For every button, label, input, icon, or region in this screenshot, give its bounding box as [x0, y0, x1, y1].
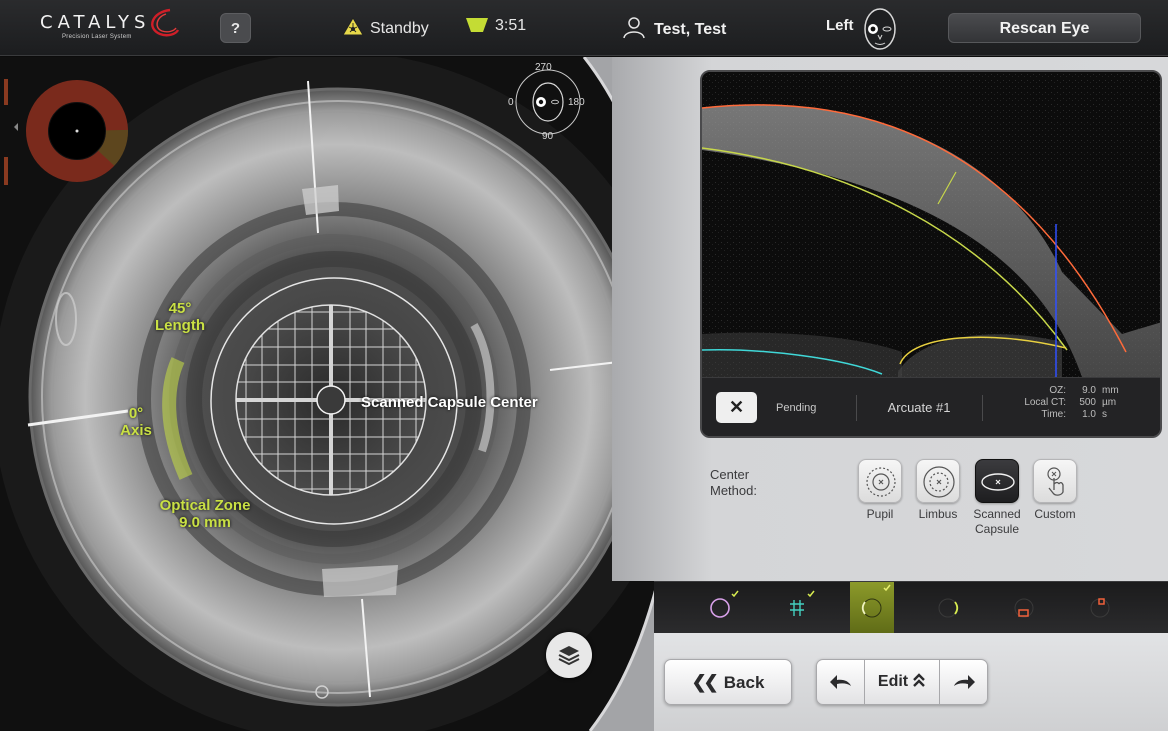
center-custom-label: Custom [1034, 507, 1076, 521]
laser-warning-icon [342, 17, 364, 36]
arcuate-right-icon [938, 598, 959, 618]
patient-info: Test, Test [622, 15, 726, 39]
sideport-incision-icon [1090, 598, 1110, 618]
arrow-right-icon [954, 675, 975, 689]
right-panel: ✕ Pending Arcuate #1 OZ: 9.0 mm Local CT… [612, 57, 1168, 731]
custom-touch-icon [1047, 467, 1064, 496]
suction-timer: 3:51 [465, 17, 526, 35]
center-pupil-label: Pupil [866, 507, 894, 521]
back-label: Back [723, 673, 765, 692]
step-primary-incision[interactable] [1002, 582, 1046, 634]
double-chevron-left-icon: ❮❮ [691, 672, 719, 692]
logo-name: CATALYS [40, 12, 151, 33]
edit-previous-button[interactable] [817, 660, 865, 704]
edit-button-group: Edit [816, 659, 988, 705]
eye-side-label: Left [826, 17, 854, 34]
back-button[interactable]: ❮❮ Back [664, 659, 792, 705]
edit-next-button[interactable] [939, 660, 987, 704]
incision-length-value: 45° [168, 300, 192, 317]
compass-label-0: 0 [508, 97, 514, 108]
user-icon [623, 17, 645, 39]
center-method-label-line1: Center [710, 467, 750, 482]
step-arcuate-1[interactable] [850, 582, 894, 634]
oct-scan-image [702, 72, 1160, 377]
center-custom-button[interactable] [1033, 459, 1077, 503]
scanned-capsule-center-label: Scanned Capsule Center [361, 394, 538, 411]
face-left-eye-icon [864, 8, 896, 50]
close-incision-button[interactable]: ✕ [716, 392, 757, 423]
param-value: 1.0 [1082, 409, 1096, 420]
edit-button[interactable]: Edit [865, 660, 939, 704]
catalys-logo: CATALYS Precision Laser System [40, 8, 180, 40]
oct-image-panel: ✕ Pending Arcuate #1 OZ: 9.0 mm Local CT… [700, 70, 1162, 438]
param-key: Time: [1041, 409, 1066, 420]
param-key: OZ: [1049, 385, 1066, 396]
center-scanned-capsule-button[interactable] [975, 459, 1019, 503]
compass-label-90: 90 [542, 131, 554, 142]
treatment-steps-bar [654, 581, 1168, 634]
param-row: Time: 1.0 s [1002, 409, 1138, 421]
incision-status: Pending [776, 402, 817, 414]
param-unit: µm [1102, 397, 1117, 408]
center-limbus-label: Limbus [918, 507, 958, 521]
laser-status: Standby [342, 17, 429, 38]
center-limbus-button[interactable] [916, 459, 960, 503]
axis-caption: Axis [120, 422, 152, 439]
param-key: Local CT: [1024, 397, 1066, 408]
catalys-app: CATALYS Precision Laser System ? Standby… [0, 0, 1168, 731]
step-lens-fragmentation[interactable] [774, 582, 818, 634]
incision-length-caption: Length [155, 317, 205, 334]
optical-zone-label: Optical Zone 9.0 mm [146, 497, 264, 531]
double-chevron-up-icon [913, 673, 925, 687]
param-unit: s [1102, 409, 1107, 420]
param-row: OZ: 9.0 mm [1002, 385, 1138, 397]
axis-label: 0° Axis [108, 405, 164, 439]
edit-label: Edit [877, 673, 909, 690]
param-value: 9.0 [1082, 385, 1096, 396]
param-value: 500 [1079, 397, 1096, 408]
optical-zone-caption: Optical Zone [159, 497, 251, 514]
divider [982, 395, 983, 421]
step-sideport-incision[interactable] [1078, 582, 1122, 634]
axis-value: 0° [128, 405, 144, 422]
logo-swoosh-icon [151, 8, 180, 37]
capsulotomy-circle-icon [710, 590, 739, 618]
logo-tagline: Precision Laser System [62, 34, 132, 40]
optical-zone-value: 9.0 mm [179, 514, 231, 531]
pupil-center-icon [866, 467, 896, 497]
timer-text: 3:51 [495, 17, 527, 34]
status-text: Standby [370, 20, 429, 37]
center-method-label: Center Method: [710, 467, 757, 499]
limbus-center-icon [923, 466, 955, 498]
compass-label-270: 270 [535, 62, 552, 73]
primary-incision-icon [1014, 598, 1034, 618]
grid-icon [790, 590, 815, 616]
oct-footer: ✕ Pending Arcuate #1 OZ: 9.0 mm Local CT… [702, 377, 1160, 436]
arcuate-left-icon [861, 584, 891, 618]
rescan-eye-button[interactable]: Rescan Eye [948, 13, 1141, 43]
scanned-capsule-icon [981, 473, 1015, 491]
patient-name: Test, Test [654, 21, 727, 38]
incision-parameters: OZ: 9.0 mm Local CT: 500 µm Time: 1.0 s [1002, 385, 1138, 421]
incision-name: Arcuate #1 [887, 400, 951, 415]
incision-length-label: 45° Length [142, 300, 218, 334]
center-scanned-capsule-label: Scanned Capsule [973, 507, 1021, 536]
top-bar: CATALYS Precision Laser System ? Standby… [0, 0, 1168, 56]
step-capsulotomy[interactable] [698, 582, 742, 634]
navigation-area: ❮❮ Back Edit [654, 633, 1168, 731]
help-button[interactable]: ? [220, 13, 251, 43]
patient-interface-icon [466, 18, 488, 32]
step-arcuate-2[interactable] [926, 582, 970, 634]
center-method-label-line2: Method: [710, 483, 757, 498]
arrow-left-icon [830, 675, 851, 689]
focus-indicator-icon [26, 80, 128, 182]
center-pupil-button[interactable] [858, 459, 902, 503]
param-row: Local CT: 500 µm [1002, 397, 1138, 409]
param-unit: mm [1102, 385, 1119, 396]
